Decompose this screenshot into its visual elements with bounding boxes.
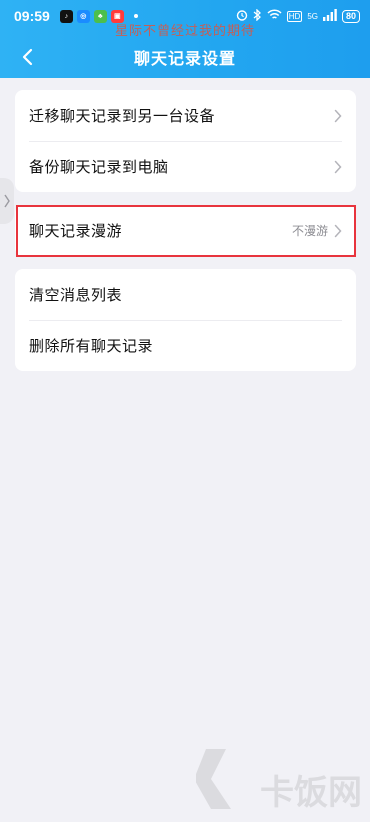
row-label: 聊天记录漫游	[29, 222, 123, 240]
more-dot-icon	[133, 14, 138, 18]
header: 09:59 ♪ ◎ ♣ ▣ HD 5G 80 星际不曾经过我的期待 聊天记录设置	[0, 0, 370, 78]
row-label: 迁移聊天记录到另一台设备	[29, 107, 216, 125]
watermark: 卡饭网	[162, 724, 362, 814]
row-label: 删除所有聊天记录	[29, 337, 154, 355]
chevron-right-icon	[334, 109, 342, 123]
nav-bar: 聊天记录设置	[0, 38, 370, 76]
back-button[interactable]	[14, 44, 40, 70]
chevron-right-icon	[4, 194, 10, 208]
chevron-right-icon	[334, 160, 342, 174]
chat-history-roaming-item[interactable]: 聊天记录漫游 不漫游	[15, 205, 356, 256]
side-drawer-handle[interactable]	[0, 178, 14, 224]
roaming-status-value: 不漫游	[291, 224, 328, 238]
page-title: 聊天记录设置	[133, 49, 236, 68]
row-label: 备份聊天记录到电脑	[29, 158, 169, 176]
clear-message-list-item[interactable]: 清空消息列表	[15, 269, 356, 320]
settings-group-clear: 清空消息列表 删除所有聊天记录	[15, 269, 356, 371]
delete-all-chat-history-item[interactable]: 删除所有聊天记录	[15, 320, 356, 371]
back-arrow-icon	[22, 48, 33, 66]
backup-to-computer-item[interactable]: 备份聊天记录到电脑	[15, 141, 356, 192]
chevron-right-icon	[334, 224, 342, 238]
row-label: 清空消息列表	[29, 286, 123, 304]
settings-group-migrate: 迁移聊天记录到另一台设备 备份聊天记录到电脑	[15, 90, 356, 192]
watermark-text: 卡饭网	[260, 773, 362, 813]
migrate-chat-history-item[interactable]: 迁移聊天记录到另一台设备	[15, 90, 356, 141]
watermark-logo-icon	[196, 749, 231, 809]
overlay-caption: 星际不曾经过我的期待	[114, 24, 255, 39]
settings-group-roaming: 聊天记录漫游 不漫游	[15, 205, 356, 256]
